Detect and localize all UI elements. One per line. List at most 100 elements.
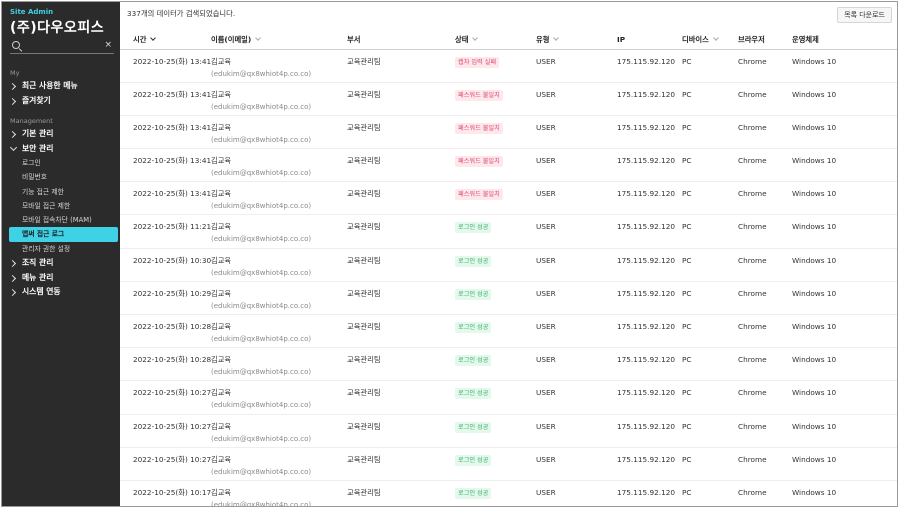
cell-type: USER: [536, 281, 617, 316]
cell-type: USER: [536, 414, 617, 448]
column-header-department[interactable]: 부서: [347, 31, 455, 50]
cell-department: 교육관리팀: [347, 281, 455, 316]
table-row[interactable]: 2022-10-25(화) 13:41 김교육 (edukim@qx8whiot4p…: [120, 181, 897, 216]
cell-os: Windows 10: [792, 181, 897, 216]
cell-ip: 175.115.92.120: [617, 380, 682, 415]
chevron-right-icon: [8, 97, 17, 105]
table-row[interactable]: 2022-10-25(화) 13:41 김교육 (edukim@qx8whiot4p…: [120, 148, 897, 183]
user-name: 김교육: [211, 122, 232, 132]
app-window: Site Admin (주)다우오피스 × My 최근 사용한 메뉴 즐겨찾기 …: [1, 1, 898, 507]
user-email: (edukim@qx8whiot4p.co.co): [211, 235, 312, 244]
sidebar-item-basic-management[interactable]: 기본 관리: [2, 127, 120, 142]
sidebar-item-recent-menus[interactable]: 최근 사용한 메뉴: [2, 79, 120, 94]
table-row[interactable]: 2022-10-25(화) 10:29 김교육 (edukim@qx8whiot4p…: [120, 281, 897, 316]
cell-type: USER: [536, 148, 617, 183]
management-menu: 기본 관리 보안 관리 로그인 비밀번호 기능 접근 제한 모바일 접근 제한 …: [2, 127, 120, 300]
cell-name: 김교육 (edukim@qx8whiot4p.co.co): [211, 49, 347, 83]
user-email: (edukim@qx8whiot4p.co.co): [211, 434, 312, 443]
user-email: (edukim@qx8whiot4p.co.co): [211, 69, 312, 78]
sidebar-subitem-mam[interactable]: 모바일 접속차단 (MAM): [2, 213, 120, 227]
sort-icon: [150, 34, 157, 41]
close-icon[interactable]: ×: [104, 40, 112, 50]
user-email: (edukim@qx8whiot4p.co.co): [211, 169, 312, 178]
cell-ip: 175.115.92.120: [617, 447, 682, 481]
sidebar-item-label: 메뉴 관리: [22, 272, 54, 282]
cell-name: 김교육 (edukim@qx8whiot4p.co.co): [211, 115, 347, 150]
table-row[interactable]: 2022-10-25(화) 10:30 김교육 (edukim@qx8whiot4p…: [120, 248, 897, 282]
cell-name: 김교육 (edukim@qx8whiot4p.co.co): [211, 82, 347, 116]
table-row[interactable]: 2022-10-25(화) 13:41 김교육 (edukim@qx8whiot4p…: [120, 82, 897, 116]
cell-browser: Chrome: [738, 480, 792, 506]
search-icon: [12, 41, 20, 49]
status-badge: 패스워드 불일치: [455, 122, 503, 134]
cell-status: 로그인 성공: [455, 414, 536, 448]
table-row[interactable]: 2022-10-25(화) 10:27 김교육 (edukim@qx8whiot4p…: [120, 414, 897, 448]
cell-browser: Chrome: [738, 148, 792, 183]
main-content: 337개의 데이터가 검색되었습니다. 목록 다운로드 시간 이름(이메일) 부…: [120, 2, 897, 506]
cell-status: 로그인 성공: [455, 281, 536, 316]
column-header-device[interactable]: 디바이스: [682, 31, 738, 50]
status-badge: 패스워드 불일치: [455, 156, 503, 168]
cell-ip: 175.115.92.120: [617, 347, 682, 382]
column-header-type[interactable]: 유형: [536, 31, 617, 50]
user-name: 김교육: [211, 255, 232, 265]
table-row[interactable]: 2022-10-25(화) 10:17 김교육 (edukim@qx8whiot4p…: [120, 480, 897, 506]
cell-name: 김교육 (edukim@qx8whiot4p.co.co): [211, 214, 347, 249]
sidebar-subitem-password[interactable]: 비밀번호: [2, 170, 120, 184]
search-input[interactable]: [24, 40, 104, 52]
cell-name: 김교육 (edukim@qx8whiot4p.co.co): [211, 480, 347, 506]
cell-status: 로그인 성공: [455, 447, 536, 481]
result-count: 337개의 데이터가 검색되었습니다.: [127, 9, 236, 18]
table-row[interactable]: 2022-10-25(화) 10:28 김교육 (edukim@qx8whiot4p…: [120, 347, 897, 382]
column-header-status[interactable]: 상태: [455, 31, 536, 50]
cell-time: 2022-10-25(화) 10:27: [120, 380, 211, 415]
company-name[interactable]: (주)다우오피스: [10, 17, 104, 37]
sidebar-subitem-app-access-log[interactable]: 앱써 접근 로그: [9, 227, 118, 242]
cell-time: 2022-10-25(화) 10:29: [120, 281, 211, 316]
cell-status: 패스워드 불일치: [455, 181, 536, 216]
column-header-time[interactable]: 시간: [120, 31, 211, 50]
sidebar-item-org-management[interactable]: 조직 관리: [2, 256, 120, 271]
sidebar-item-label: 기본 관리: [22, 129, 54, 138]
table-row[interactable]: 2022-10-25(화) 13:41 김교육 (edukim@qx8whiot4p…: [120, 49, 897, 83]
sidebar-item-label: 시스템 연동: [22, 287, 61, 297]
table-row[interactable]: 2022-10-25(화) 11:21 김교육 (edukim@qx8whiot4p…: [120, 214, 897, 249]
user-name: 김교육: [211, 355, 232, 365]
chevron-right-icon: [8, 130, 17, 139]
column-header-os[interactable]: 운영체제: [792, 31, 897, 50]
sidebar-subitem-admin-permission[interactable]: 관리자 권한 설정: [2, 242, 120, 256]
cell-department: 교육관리팀: [347, 248, 455, 282]
cell-ip: 175.115.92.120: [617, 214, 682, 249]
cell-name: 김교육 (edukim@qx8whiot4p.co.co): [211, 248, 347, 282]
cell-time: 2022-10-25(화) 10:27: [120, 414, 211, 448]
table-row[interactable]: 2022-10-25(화) 10:27 김교육 (edukim@qx8whiot4p…: [120, 447, 897, 481]
chevron-right-icon: [8, 289, 17, 297]
sidebar-subitem-feature-access[interactable]: 기능 접근 제한: [2, 185, 120, 199]
column-header-name[interactable]: 이름(이메일): [211, 31, 347, 50]
cell-ip: 175.115.92.120: [617, 49, 682, 83]
cell-os: Windows 10: [792, 380, 897, 415]
cell-ip: 175.115.92.120: [617, 115, 682, 150]
status-badge: 로그인 성공: [455, 355, 492, 367]
cell-ip: 175.115.92.120: [617, 248, 682, 282]
cell-department: 교육관리팀: [347, 480, 455, 506]
sidebar-item-menu-management[interactable]: 메뉴 관리: [2, 271, 120, 286]
sidebar-subitem-mobile-access[interactable]: 모바일 접근 제한: [2, 199, 120, 213]
sidebar-item-favorites[interactable]: 즐겨찾기: [2, 94, 120, 109]
sidebar-item-label: 최근 사용한 메뉴: [22, 81, 78, 90]
table-row[interactable]: 2022-10-25(화) 13:41 김교육 (edukim@qx8whiot4p…: [120, 115, 897, 150]
sidebar-item-security-management[interactable]: 보안 관리: [2, 142, 120, 157]
sidebar-item-system-integration[interactable]: 시스템 연동: [2, 285, 120, 300]
table-row[interactable]: 2022-10-25(화) 10:28 김교육 (edukim@qx8whiot4p…: [120, 314, 897, 349]
table-row[interactable]: 2022-10-25(화) 10:27 김교육 (edukim@qx8whiot4p…: [120, 380, 897, 415]
cell-type: USER: [536, 214, 617, 249]
column-header-browser[interactable]: 브라우저: [738, 31, 792, 50]
sidebar-subitem-login[interactable]: 로그인: [2, 156, 120, 170]
user-email: (edukim@qx8whiot4p.co.co): [211, 102, 312, 111]
user-email: (edukim@qx8whiot4p.co.co): [211, 500, 312, 506]
column-header-ip[interactable]: IP: [617, 31, 682, 50]
cell-status: 패스워드 불일치: [455, 148, 536, 183]
cell-type: USER: [536, 248, 617, 282]
download-list-button[interactable]: 목록 다운로드: [837, 7, 892, 23]
user-name: 김교육: [211, 189, 232, 199]
